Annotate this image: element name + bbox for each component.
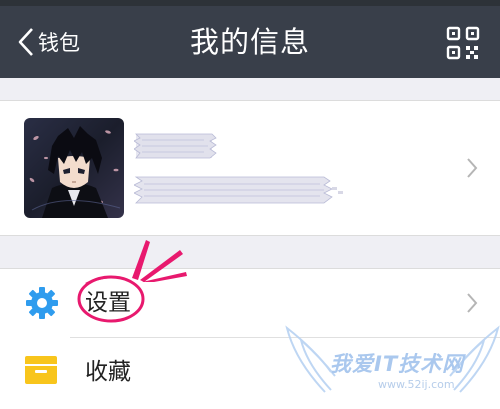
watermark-url: www.52ij.com: [378, 378, 455, 391]
favorites-box-icon: [25, 356, 57, 384]
annotation-sparks: [132, 240, 187, 282]
chevron-right-icon: [467, 158, 478, 178]
redacted-name: [134, 133, 217, 159]
chevron-right-icon: [467, 293, 478, 313]
redacted-id: [134, 176, 343, 204]
chevron-left-icon: [18, 28, 33, 56]
back-label: 钱包: [38, 31, 80, 55]
favorites-label: 收藏: [85, 359, 131, 385]
watermark-text: 我爱IT技术网: [330, 352, 465, 376]
back-button[interactable]: 钱包: [18, 20, 80, 64]
profile-card[interactable]: [0, 100, 500, 236]
navigation-bar: 钱包 我的信息: [0, 6, 500, 78]
gear-icon: [26, 287, 58, 319]
profile-avatar: [24, 118, 124, 218]
qr-code-icon[interactable]: [446, 26, 480, 60]
